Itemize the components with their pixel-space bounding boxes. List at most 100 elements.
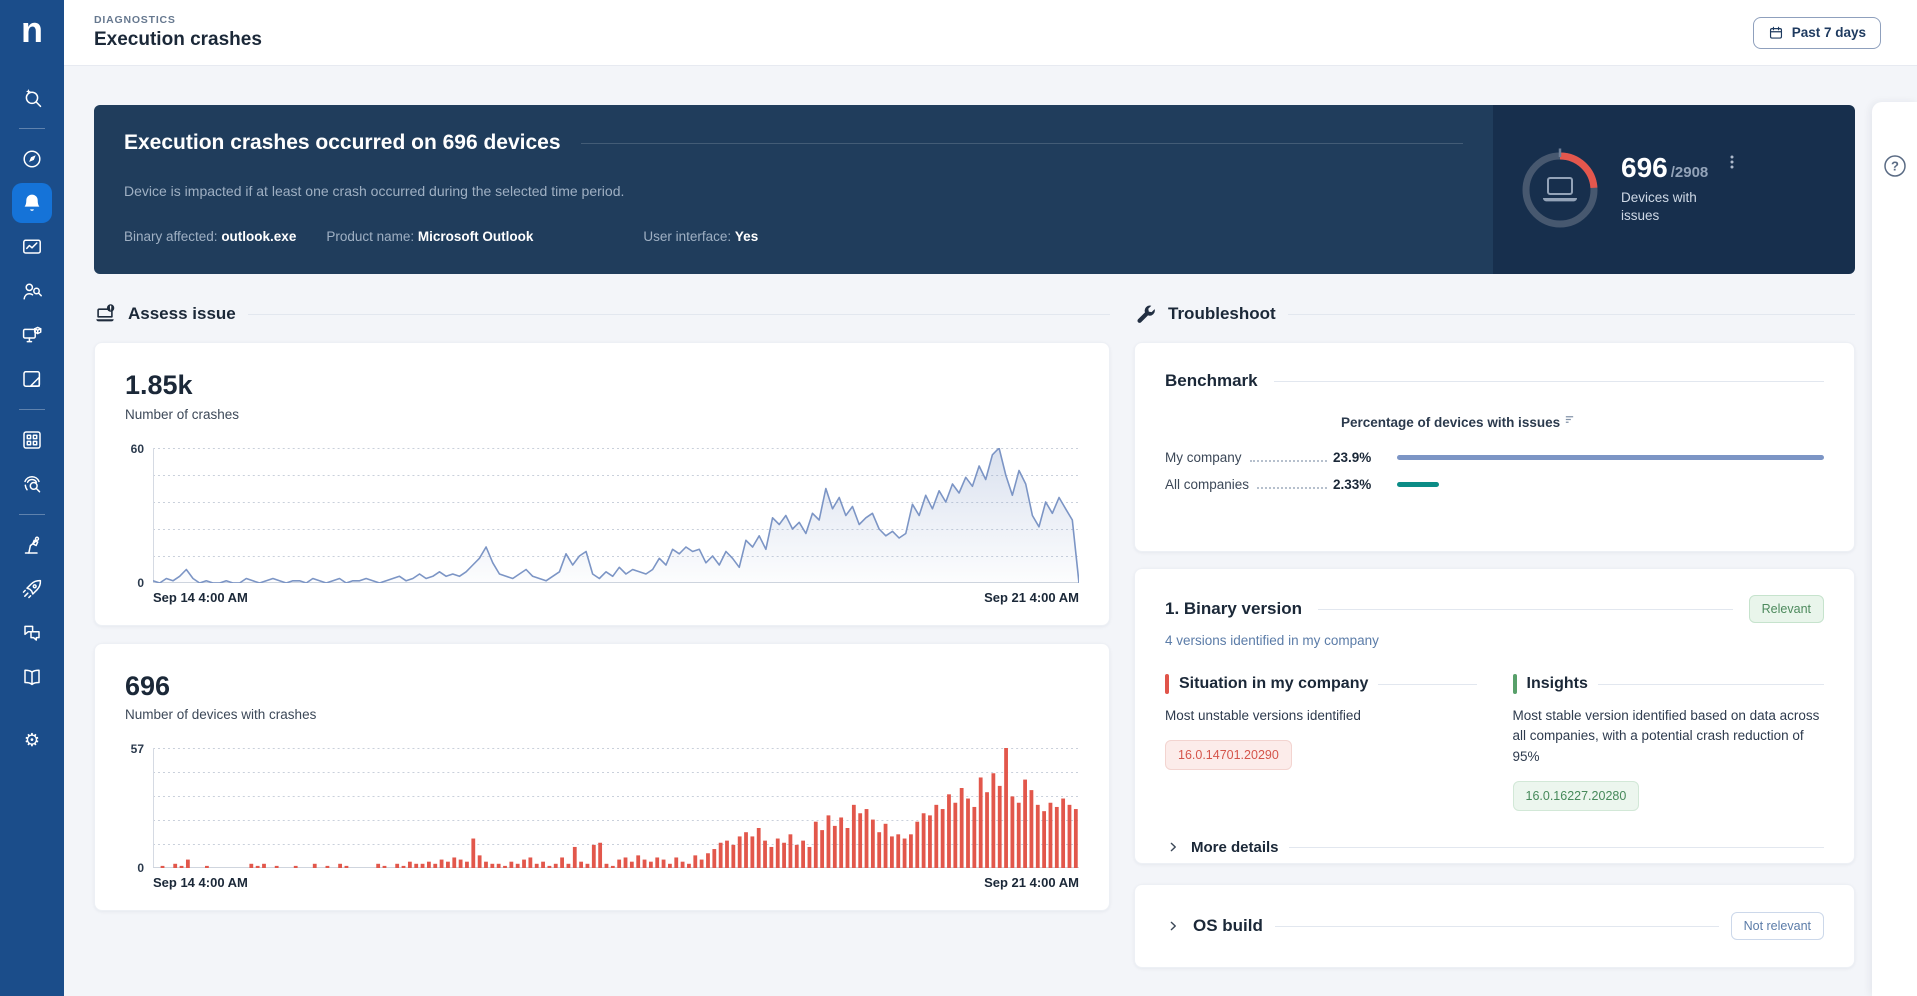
row-value: 23.9% <box>1333 450 1372 465</box>
crashes-line-chart <box>153 447 1079 583</box>
sidebar-item-apps-grid[interactable] <box>12 420 52 460</box>
sidebar-item-device-cube[interactable] <box>12 315 52 355</box>
devices-chart-card: 696 Number of devices with crashes 57 0 … <box>94 642 1110 912</box>
more-details-toggle[interactable]: More details <box>1165 839 1824 856</box>
svg-text:⚙: ⚙ <box>24 730 40 750</box>
row-label: All companies <box>1165 477 1250 492</box>
devices-with-issues-panel: 696 /2908 Devices with issues <box>1493 105 1855 274</box>
situation-desc: Most unstable versions identified <box>1165 708 1361 723</box>
title-rule <box>1273 380 1824 382</box>
nexthink-logo[interactable]: n <box>10 8 54 52</box>
page-title: Execution crashes <box>94 29 262 50</box>
relevant-badge: Relevant <box>1748 595 1824 623</box>
laptop-alert-icon <box>96 304 115 322</box>
sidebar-item-monitor-chart[interactable] <box>12 227 52 267</box>
wrench-icon <box>1137 305 1155 323</box>
fact-value: Microsoft Outlook <box>417 229 534 244</box>
rocket-icon <box>22 579 42 599</box>
sidebar-item-chat-bubbles[interactable] <box>12 613 52 653</box>
search-sparkle-icon <box>25 89 42 108</box>
chevron-right-icon <box>1170 842 1176 852</box>
devices-total: /2908 <box>1670 163 1709 181</box>
more-details-label: More details <box>1191 838 1279 856</box>
fact-label: Product name: <box>326 229 418 244</box>
summary-banner: Execution crashes occurred on 696 device… <box>94 105 1855 274</box>
svg-text:?: ? <box>1891 159 1899 174</box>
crashes-metric-label: Number of crashes <box>125 406 240 422</box>
troubleshoot-column: Troubleshoot Benchmark Percentage of dev… <box>1134 302 1855 968</box>
benchmark-column-header: Percentage of devices with issues <box>1341 415 1561 430</box>
fingerprint-search-icon <box>24 476 41 493</box>
sidebar-item-person-search[interactable] <box>12 271 52 311</box>
x-axis-labels: Sep 14 4:00 AM Sep 21 4:00 AM <box>153 875 1079 910</box>
sidebar-item-robot-arm[interactable] <box>12 525 52 565</box>
benchmark-row-all-companies: All companies 2.33% <box>1165 471 1824 498</box>
robot-arm-icon <box>24 536 40 554</box>
date-range-button[interactable]: Past 7 days <box>1752 16 1881 49</box>
breadcrumb: DIAGNOSTICS <box>94 14 176 26</box>
situation-title: Situation in my company <box>1179 675 1369 692</box>
crashes-chart-card: 1.85k Number of crashes 60 0 Sep 14 4:00… <box>94 342 1110 626</box>
crashes-metric: 1.85k <box>125 370 193 400</box>
sidebar: n ⚙ <box>0 0 64 996</box>
gear-icon: ⚙ <box>24 730 40 750</box>
fact-ui: User interface: Yes <box>643 229 758 244</box>
devices-caption: Devices with issues <box>1621 189 1697 223</box>
sidebar-nav: ⚙ <box>12 76 52 762</box>
devices-stat: 696 /2908 Devices with issues <box>1621 153 1740 225</box>
y-max-label: 57 <box>130 742 144 757</box>
banner-facts: Binary affected: outlook.exe Product nam… <box>124 229 1463 244</box>
x-end-label: Sep 21 4:00 AM <box>984 875 1079 891</box>
insights-column: Insights Most stable version identified … <box>1512 674 1824 811</box>
sidebar-item-book[interactable] <box>12 657 52 697</box>
title-rule <box>1597 683 1824 685</box>
compass-icon <box>23 150 41 168</box>
apps-grid-icon <box>23 431 41 449</box>
unstable-version-chip: 16.0.14701.20290 <box>1165 740 1292 771</box>
x-end-label: Sep 21 4:00 AM <box>984 589 1079 605</box>
gauge-ring <box>1522 148 1598 227</box>
sidebar-item-note-edit[interactable] <box>12 359 52 399</box>
person-search-icon <box>23 283 42 300</box>
fact-value: Yes <box>734 229 759 244</box>
sidebar-item-search-sparkle[interactable] <box>12 78 52 118</box>
assess-issue-column: Assess issue 1.85k Number of crashes 60 … <box>94 302 1110 968</box>
kebab-menu-icon[interactable] <box>1724 154 1740 175</box>
banner-info: Execution crashes occurred on 696 device… <box>94 105 1493 274</box>
y-max-label: 60 <box>130 441 144 456</box>
chat-bubbles-icon <box>24 625 40 641</box>
sidebar-item-rocket[interactable] <box>12 569 52 609</box>
stable-version-chip: 16.0.16227.20280 <box>1512 780 1640 811</box>
sidebar-divider <box>19 128 45 129</box>
topbar: DIAGNOSTICS Execution crashes Past 7 day… <box>64 0 1917 66</box>
fact-value: outlook.exe <box>221 229 297 244</box>
date-range-label: Past 7 days <box>1791 25 1866 40</box>
devices-bar-chart <box>153 748 1079 869</box>
devices-metric-label: Number of devices with crashes <box>125 707 317 723</box>
sort-icon <box>1565 416 1574 423</box>
troubleshoot-header: Troubleshoot <box>1134 302 1855 326</box>
os-build-card[interactable]: OS build Not relevant <box>1134 884 1855 968</box>
sidebar-divider <box>19 514 45 515</box>
title-rule <box>1378 683 1477 685</box>
situation-column: Situation in my company Most unstable ve… <box>1165 674 1477 811</box>
sidebar-item-gear[interactable]: ⚙ <box>12 720 52 760</box>
banner-divider <box>580 142 1463 144</box>
note-edit-icon <box>23 371 41 387</box>
benchmark-card: Benchmark Percentage of devices with iss… <box>1134 342 1855 552</box>
fact-product: Product name: Microsoft Outlook <box>326 229 533 244</box>
fact-label: User interface: <box>643 229 735 244</box>
help-icon[interactable]: ? <box>1883 154 1907 996</box>
chevron-right-icon <box>1170 921 1176 931</box>
expand-rule <box>1288 846 1824 848</box>
x-axis-labels: Sep 14 4:00 AM Sep 21 4:00 AM <box>153 590 1079 625</box>
benchmark-bar <box>1397 482 1439 487</box>
sidebar-item-bell[interactable] <box>12 183 52 223</box>
main-area: DIAGNOSTICS Execution crashes Past 7 day… <box>64 0 1917 996</box>
device-cube-icon <box>22 326 42 343</box>
banner-subtitle: Device is impacted if at least one crash… <box>124 183 625 199</box>
sidebar-item-fingerprint-search[interactable] <box>12 464 52 504</box>
devices-metric: 696 <box>125 670 171 701</box>
fact-label: Binary affected: <box>124 229 222 244</box>
sidebar-item-compass[interactable] <box>12 139 52 179</box>
